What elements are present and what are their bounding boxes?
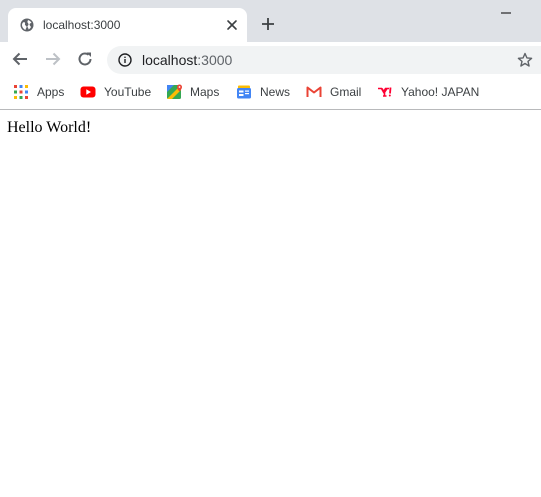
new-tab-plus-icon[interactable] [260,16,276,32]
url-port: :3000 [197,52,233,68]
bookmark-apps[interactable]: Apps [13,84,64,100]
url-text[interactable]: localhost:3000 [142,52,232,68]
toolbar: localhost:3000 [0,42,541,78]
gmail-icon [306,86,322,97]
url-host: localhost [142,52,198,68]
tab-strip: localhost:3000 [0,0,541,42]
bookmark-label: Yahoo! JAPAN [401,85,480,99]
bookmarks-bar: Apps YouTube Maps News Gmail Yahoo! JAPA… [0,78,541,110]
minimize-icon[interactable] [501,8,511,18]
bookmark-label: Gmail [330,85,362,99]
bookmark-label: Apps [37,85,65,99]
bookmark-gmail[interactable]: Gmail [306,84,361,100]
tab-title: localhost:3000 [43,18,121,32]
globe-icon [20,18,34,32]
bookmark-maps[interactable]: Maps [166,84,219,100]
bookmark-yahoo-japan[interactable]: Yahoo! JAPAN [377,84,479,100]
bookmark-label: Maps [190,85,220,99]
page-content: Hello World! [0,111,541,497]
browser-tab[interactable]: localhost:3000 [8,8,247,42]
hello-world-text: Hello World! [7,119,92,136]
bookmark-label: YouTube [104,85,152,99]
yahoo-japan-icon [378,87,392,97]
bookmark-youtube[interactable]: YouTube [80,84,151,100]
maps-icon [167,84,182,99]
info-icon[interactable] [118,53,132,67]
bookmark-star-icon[interactable] [517,52,533,68]
address-bar[interactable]: localhost:3000 [107,46,541,74]
forward-arrow-icon[interactable] [44,50,62,68]
back-arrow-icon[interactable] [11,50,29,68]
bookmark-label: News [260,85,291,99]
news-icon [237,85,251,99]
bookmark-news[interactable]: News [236,84,290,100]
close-icon[interactable] [224,17,240,33]
reload-icon[interactable] [76,50,94,68]
apps-grid-icon [14,85,28,99]
youtube-icon [80,86,96,98]
